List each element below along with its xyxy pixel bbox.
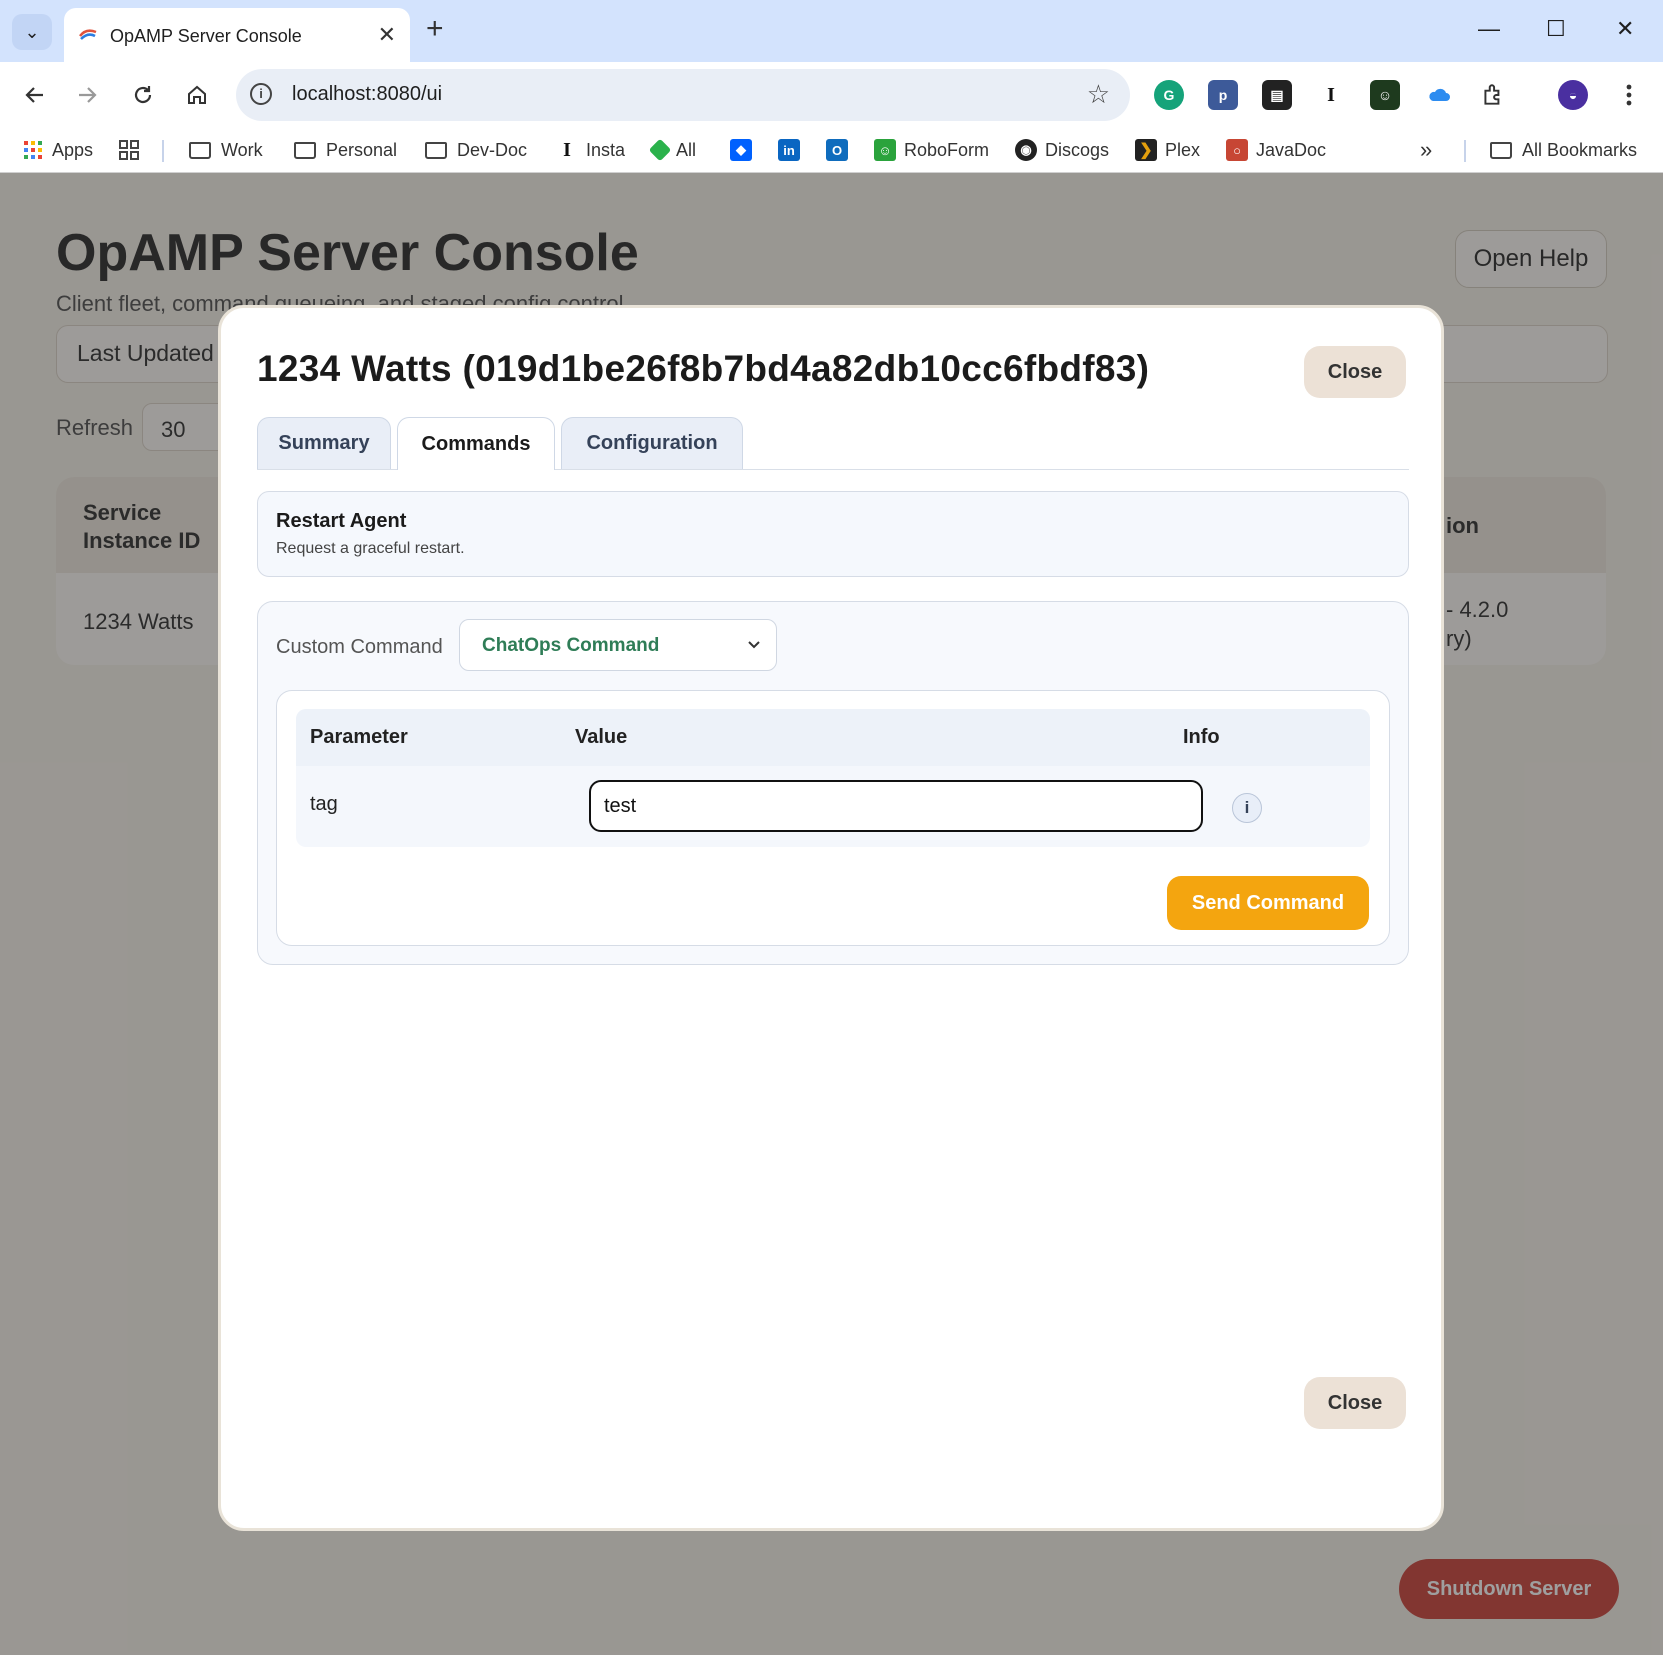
folder-icon <box>425 141 447 159</box>
folder-icon <box>1490 141 1512 159</box>
bookmark-all[interactable]: All <box>648 136 696 164</box>
column-header-info: Info <box>1183 726 1220 748</box>
browser-menu-icon[interactable] <box>1612 78 1646 112</box>
modal-close-button-top[interactable]: Close <box>1304 346 1406 398</box>
tab-close-icon[interactable]: ✕ <box>378 22 396 48</box>
bookmark-folder-dev-doc[interactable]: Dev-Doc <box>425 136 527 164</box>
site-info-icon[interactable]: i <box>250 83 272 105</box>
apps-grid-icon <box>22 139 44 161</box>
address-bar[interactable]: i localhost:8080/ui ☆ <box>236 69 1130 121</box>
tab-commands[interactable]: Commands <box>397 417 555 470</box>
browser-tab-title: OpAMP Server Console <box>110 26 302 46</box>
plex-icon: ❯ <box>1135 139 1157 161</box>
client-details-modal: 1234 Watts (019d1be26f8b7bd4a82db10cc6fb… <box>218 305 1444 1531</box>
restart-agent-description: Request a graceful restart. <box>276 540 465 557</box>
bookmark-apps[interactable]: Apps <box>22 136 93 164</box>
bookmark-folder-personal[interactable]: Personal <box>294 136 397 164</box>
window-maximize-icon[interactable]: ☐ <box>1546 16 1566 42</box>
profile-avatar-icon[interactable]: ◒ <box>1558 80 1588 110</box>
bookmark-discogs[interactable]: ◉ Discogs <box>1015 136 1109 164</box>
browser-tab-active[interactable]: OpAMP Server Console ✕ <box>64 8 410 62</box>
custom-command-label: Custom Command <box>276 636 443 658</box>
forward-arrow-icon[interactable] <box>70 78 104 112</box>
column-header-value: Value <box>575 726 628 748</box>
tab-summary[interactable]: Summary <box>257 417 391 469</box>
custom-command-card: Custom Command ChatOps Command Parameter… <box>257 601 1409 965</box>
back-arrow-icon[interactable] <box>18 78 52 112</box>
png-extension-icon[interactable]: p <box>1208 80 1238 110</box>
modal-title: 1234 Watts (019d1be26f8b7bd4a82db10cc6fb… <box>257 348 1150 389</box>
bookmark-tab-groups[interactable] <box>118 136 148 164</box>
tab-configuration[interactable]: Configuration <box>561 417 743 469</box>
bookmarks-bar: Apps Work Personal Dev-Doc I Insta All ◆… <box>0 128 1663 173</box>
bookmark-star-icon[interactable]: ☆ <box>1087 79 1110 110</box>
bookmark-insta[interactable]: I Insta <box>556 136 625 164</box>
restart-agent-card[interactable]: Restart Agent Request a graceful restart… <box>257 491 1409 577</box>
window-close-icon[interactable]: ✕ <box>1616 16 1634 42</box>
modal-close-button-bottom[interactable]: Close <box>1304 1377 1406 1429</box>
roboform-extension-icon[interactable]: ☺ <box>1370 80 1400 110</box>
bookmark-all-bookmarks[interactable]: All Bookmarks <box>1490 136 1637 164</box>
new-tab-plus-icon[interactable]: + <box>426 14 444 44</box>
opamp-favicon-icon <box>79 29 97 40</box>
chevron-down-icon <box>748 641 760 649</box>
bookmark-plex[interactable]: ❯ Plex <box>1135 136 1200 164</box>
custom-command-selected-value: ChatOps Command <box>482 635 660 656</box>
parameter-name: tag <box>310 793 338 815</box>
bookmark-separator <box>162 140 164 162</box>
oracle-icon: ○ <box>1226 139 1248 161</box>
browser-tab-strip: ⌄ OpAMP Server Console ✕ + — ☐ ✕ <box>0 0 1663 62</box>
linkedin-icon: in <box>778 139 800 161</box>
cloud-extension-icon[interactable] <box>1424 80 1454 110</box>
clipboard-extension-icon[interactable]: ▤ <box>1262 80 1292 110</box>
instapaper-icon: I <box>563 138 571 161</box>
tab-search-chevron-icon[interactable]: ⌄ <box>12 14 52 50</box>
bookmark-javadoc[interactable]: ○ JavaDoc <box>1226 136 1326 164</box>
home-icon[interactable] <box>180 78 214 112</box>
modal-tabs: Summary Commands Configuration <box>257 417 1409 470</box>
window-minimize-icon[interactable]: — <box>1478 16 1500 42</box>
bookmark-outlook[interactable]: O <box>826 136 856 164</box>
grammarly-extension-icon[interactable]: G <box>1154 80 1184 110</box>
folder-icon <box>189 141 211 159</box>
custom-command-select[interactable]: ChatOps Command <box>459 619 777 671</box>
send-command-button[interactable]: Send Command <box>1167 876 1369 930</box>
more-bookmarks-chevron-icon[interactable]: » <box>1420 136 1432 164</box>
roboform-icon: ☺ <box>874 139 896 161</box>
column-header-parameter: Parameter <box>310 726 408 748</box>
dropbox-icon: ◆ <box>730 139 752 161</box>
command-parameters-card: Parameter Value Info tag i Send Command <box>276 690 1390 946</box>
tab-groups-icon <box>118 139 140 161</box>
outlook-icon: O <box>826 139 848 161</box>
address-url[interactable]: localhost:8080/ui <box>292 83 442 106</box>
feedly-icon <box>648 138 672 162</box>
info-icon[interactable]: i <box>1232 793 1262 823</box>
discogs-icon: ◉ <box>1015 139 1037 161</box>
bookmark-roboform[interactable]: ☺ RoboForm <box>874 136 989 164</box>
parameter-value-input[interactable] <box>589 780 1203 832</box>
bookmark-folder-work[interactable]: Work <box>189 136 263 164</box>
browser-toolbar: i localhost:8080/ui ☆ G p ▤ I ☺ ◒ <box>0 62 1663 128</box>
reload-icon[interactable] <box>126 78 160 112</box>
extensions-puzzle-icon[interactable] <box>1478 80 1508 110</box>
folder-icon <box>294 141 316 159</box>
bookmark-separator <box>1464 140 1466 162</box>
bookmark-linkedin[interactable]: in <box>778 136 808 164</box>
instapaper-extension-icon[interactable]: I <box>1316 80 1346 110</box>
bookmark-dropbox[interactable]: ◆ <box>730 136 760 164</box>
parameters-table: Parameter Value Info tag i <box>296 709 1370 847</box>
restart-agent-title: Restart Agent <box>276 510 407 532</box>
